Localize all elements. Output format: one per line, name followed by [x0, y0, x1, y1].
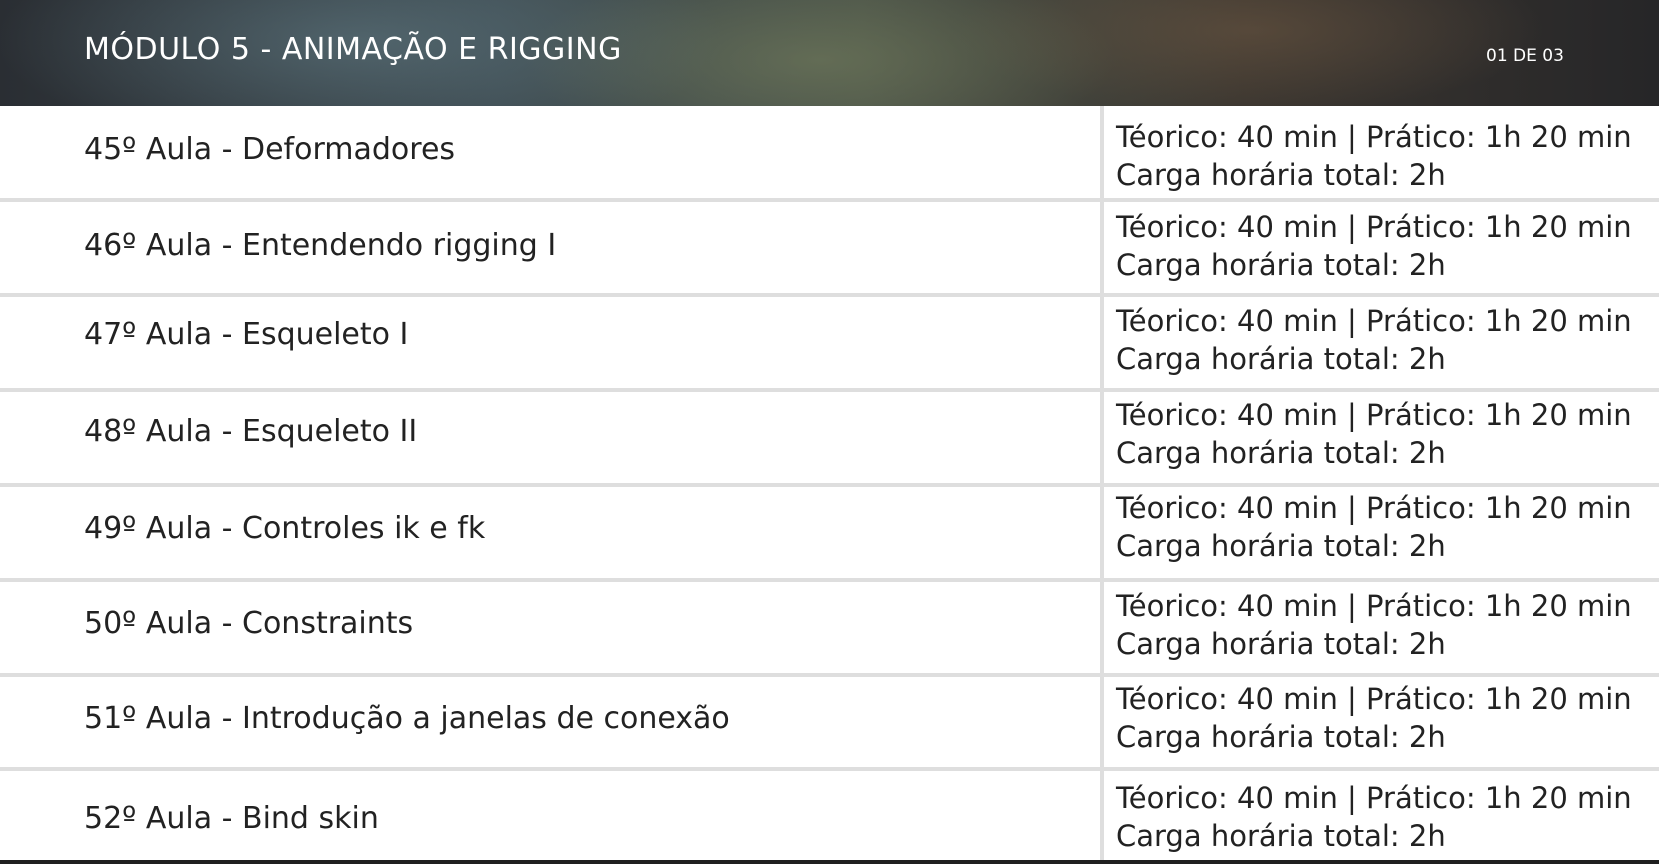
column-divider — [1100, 771, 1104, 860]
lesson-title: 46º Aula - Entendendo rigging I — [84, 228, 557, 263]
lesson-hours-total: Carga horária total: 2h — [1116, 529, 1446, 563]
lesson-hours-breakdown: Téorico: 40 min | Prático: 1h 20 min — [1116, 589, 1632, 623]
column-divider — [1100, 677, 1104, 767]
lesson-title: 45º Aula - Deformadores — [84, 132, 456, 167]
lesson-hours: Téorico: 40 min | Prático: 1h 20 min Car… — [1116, 208, 1632, 284]
lesson-hours: Téorico: 40 min | Prático: 1h 20 min Car… — [1116, 396, 1632, 472]
lesson-title: 50º Aula - Constraints — [84, 606, 414, 641]
column-divider — [1100, 202, 1104, 293]
table-row: 51º Aula - Introdução a janelas de conex… — [0, 677, 1659, 771]
table-row: 49º Aula - Controles ik e fk Téorico: 40… — [0, 487, 1659, 582]
table-row: 47º Aula - Esqueleto I Téorico: 40 min |… — [0, 297, 1659, 392]
table-row: 46º Aula - Entendendo rigging I Téorico:… — [0, 202, 1659, 297]
lesson-hours: Téorico: 40 min | Prático: 1h 20 min Car… — [1116, 779, 1632, 855]
lesson-hours-total: Carga horária total: 2h — [1116, 342, 1446, 376]
lesson-hours-total: Carga horária total: 2h — [1116, 248, 1446, 282]
lesson-hours-breakdown: Téorico: 40 min | Prático: 1h 20 min — [1116, 781, 1632, 815]
lesson-table: 45º Aula - Deformadores Téorico: 40 min … — [0, 106, 1659, 864]
column-divider — [1100, 392, 1104, 483]
lesson-hours-breakdown: Téorico: 40 min | Prático: 1h 20 min — [1116, 210, 1632, 244]
lesson-hours: Téorico: 40 min | Prático: 1h 20 min Car… — [1116, 118, 1632, 194]
module-title: MÓDULO 5 - ANIMAÇÃO E RIGGING — [84, 32, 622, 67]
lesson-title: 51º Aula - Introdução a janelas de conex… — [84, 701, 730, 736]
table-row: 50º Aula - Constraints Téorico: 40 min |… — [0, 582, 1659, 677]
lesson-hours-breakdown: Téorico: 40 min | Prático: 1h 20 min — [1116, 682, 1632, 716]
lesson-hours-total: Carga horária total: 2h — [1116, 158, 1446, 192]
lesson-hours-total: Carga horária total: 2h — [1116, 819, 1446, 853]
page-counter: 01 DE 03 — [1486, 46, 1564, 66]
lesson-hours-breakdown: Téorico: 40 min | Prático: 1h 20 min — [1116, 398, 1632, 432]
lesson-hours-breakdown: Téorico: 40 min | Prático: 1h 20 min — [1116, 120, 1632, 154]
lesson-hours-total: Carga horária total: 2h — [1116, 627, 1446, 661]
lesson-hours: Téorico: 40 min | Prático: 1h 20 min Car… — [1116, 587, 1632, 663]
column-divider — [1100, 106, 1104, 198]
lesson-hours-total: Carga horária total: 2h — [1116, 436, 1446, 470]
table-row: 45º Aula - Deformadores Téorico: 40 min … — [0, 106, 1659, 202]
column-divider — [1100, 487, 1104, 578]
table-row: 48º Aula - Esqueleto II Téorico: 40 min … — [0, 392, 1659, 487]
module-header: MÓDULO 5 - ANIMAÇÃO E RIGGING 01 DE 03 — [0, 0, 1659, 106]
lesson-hours: Téorico: 40 min | Prático: 1h 20 min Car… — [1116, 489, 1632, 565]
column-divider — [1100, 297, 1104, 388]
table-row: 52º Aula - Bind skin Téorico: 40 min | P… — [0, 771, 1659, 864]
lesson-title: 48º Aula - Esqueleto II — [84, 414, 418, 449]
lesson-title: 47º Aula - Esqueleto I — [84, 317, 409, 352]
lesson-title: 49º Aula - Controles ik e fk — [84, 511, 486, 546]
lesson-hours: Téorico: 40 min | Prático: 1h 20 min Car… — [1116, 302, 1632, 378]
lesson-title: 52º Aula - Bind skin — [84, 801, 379, 836]
lesson-hours-breakdown: Téorico: 40 min | Prático: 1h 20 min — [1116, 491, 1632, 525]
lesson-hours-total: Carga horária total: 2h — [1116, 720, 1446, 754]
column-divider — [1100, 582, 1104, 673]
lesson-hours: Téorico: 40 min | Prático: 1h 20 min Car… — [1116, 680, 1632, 756]
lesson-hours-breakdown: Téorico: 40 min | Prático: 1h 20 min — [1116, 304, 1632, 338]
